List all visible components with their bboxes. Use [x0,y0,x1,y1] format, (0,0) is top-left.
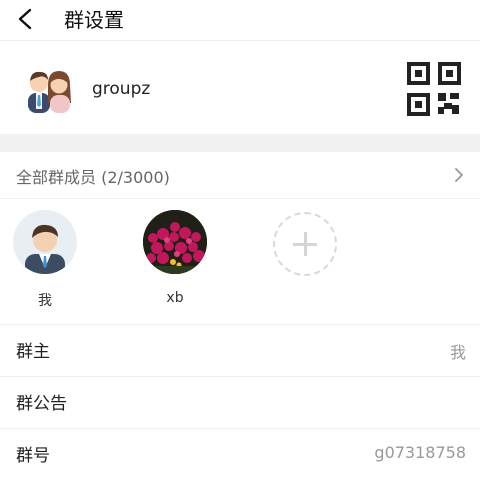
member-name: xb [166,290,184,306]
group-info-row[interactable]: groupz [0,40,480,135]
male-avatar-icon [25,224,65,274]
group-id-value: g07318758 [374,443,466,462]
member-name: 我 [38,293,52,309]
member-avatar [143,210,207,274]
group-owner-value: 我 [449,343,466,362]
group-owner-label: 群主 [16,342,50,362]
group-notice-row[interactable]: 群公告 [0,376,480,429]
top-bar: 群设置 [0,0,480,40]
all-members-row[interactable]: 全部群成员 (2/3000) [0,152,480,199]
member-item-xb[interactable]: xb [140,210,210,306]
all-members-label: 全部群成员 (2/3000) [16,168,170,187]
member-avatar [13,210,77,274]
group-owner-row[interactable]: 群主 我 [0,324,480,377]
add-member-button[interactable] [273,212,337,276]
group-avatar-icon [28,71,71,113]
group-id-row[interactable]: 群号 g07318758 [0,428,480,481]
group-notice-label: 群公告 [16,394,67,414]
back-arrow-icon[interactable] [14,6,38,32]
group-id-label: 群号 [16,446,50,466]
group-name: groupz [92,79,151,99]
section-divider [0,134,480,152]
chevron-right-icon [455,168,463,182]
qr-code-icon[interactable] [406,61,462,117]
flower-photo-avatar [143,210,207,274]
member-item-me[interactable]: 我 [10,210,80,310]
page-title: 群设置 [64,8,124,32]
